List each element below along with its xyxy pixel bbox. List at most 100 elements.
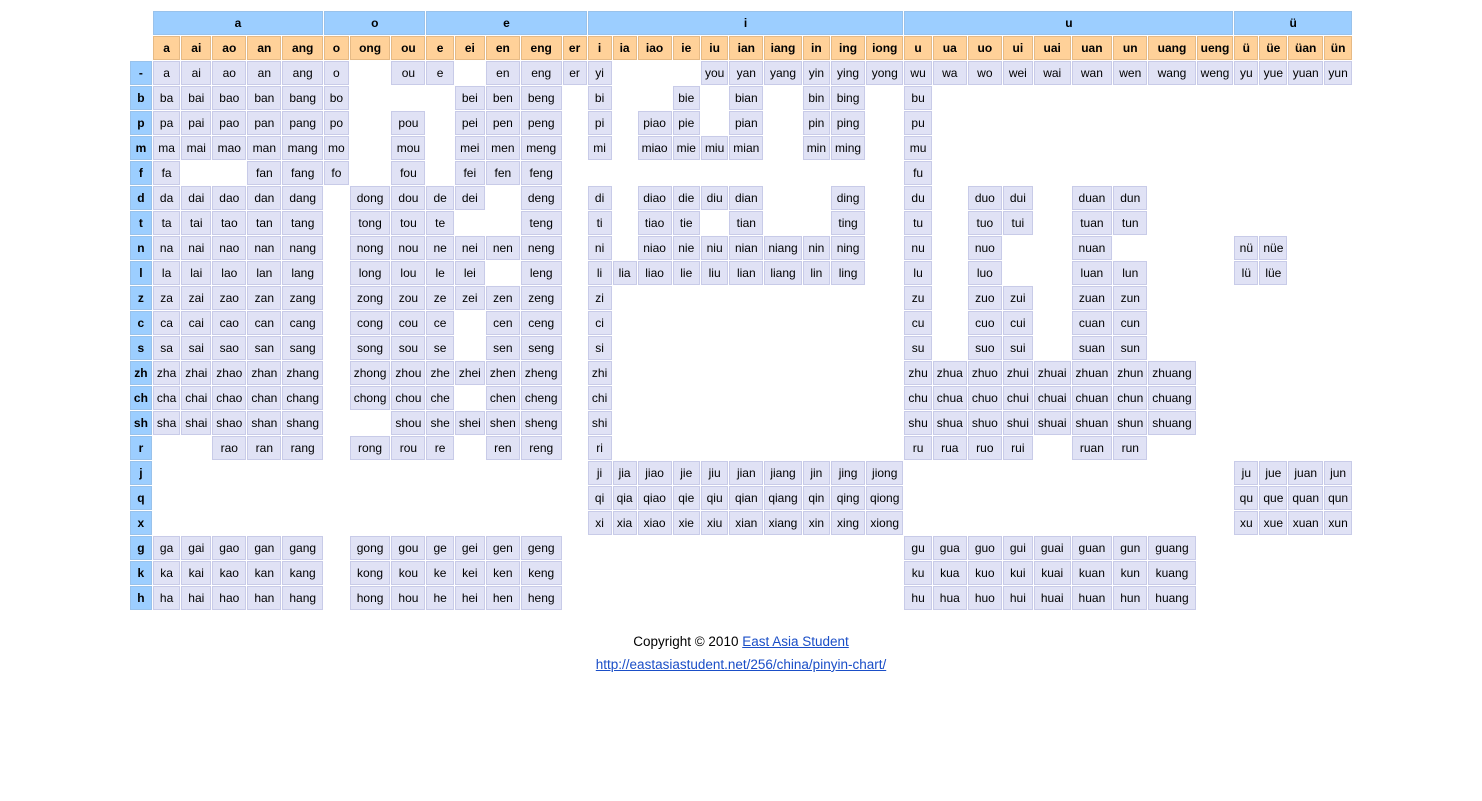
syllable-xian[interactable]: xian — [729, 511, 763, 535]
syllable-lüe[interactable]: lüe — [1259, 261, 1287, 285]
syllable-pin[interactable]: pin — [803, 111, 830, 135]
syllable-fo[interactable]: fo — [324, 161, 349, 185]
syllable-nei[interactable]: nei — [455, 236, 485, 260]
syllable-cui[interactable]: cui — [1003, 311, 1033, 335]
syllable-suan[interactable]: suan — [1072, 336, 1113, 360]
syllable-hu[interactable]: hu — [904, 586, 931, 610]
syllable-bai[interactable]: bai — [181, 86, 211, 110]
syllable-reng[interactable]: reng — [521, 436, 562, 460]
syllable-si[interactable]: si — [588, 336, 612, 360]
syllable-can[interactable]: can — [247, 311, 281, 335]
syllable-ceng[interactable]: ceng — [521, 311, 562, 335]
syllable-deng[interactable]: deng — [521, 186, 562, 210]
syllable-wai[interactable]: wai — [1034, 61, 1071, 85]
syllable-shai[interactable]: shai — [181, 411, 211, 435]
syllable-guang[interactable]: guang — [1148, 536, 1195, 560]
syllable-ben[interactable]: ben — [486, 86, 520, 110]
syllable-ping[interactable]: ping — [831, 111, 865, 135]
syllable-cun[interactable]: cun — [1113, 311, 1147, 335]
syllable-hong[interactable]: hong — [350, 586, 391, 610]
syllable-zhai[interactable]: zhai — [181, 361, 211, 385]
syllable-shu[interactable]: shu — [904, 411, 931, 435]
syllable-hei[interactable]: hei — [455, 586, 485, 610]
syllable-tang[interactable]: tang — [282, 211, 323, 235]
syllable-gou[interactable]: gou — [391, 536, 425, 560]
syllable-ding[interactable]: ding — [831, 186, 865, 210]
syllable-hua[interactable]: hua — [933, 586, 967, 610]
syllable-dei[interactable]: dei — [455, 186, 485, 210]
syllable-kao[interactable]: kao — [212, 561, 246, 585]
syllable-tai[interactable]: tai — [181, 211, 211, 235]
syllable-mo[interactable]: mo — [324, 136, 349, 160]
syllable-lia[interactable]: lia — [613, 261, 637, 285]
syllable-sui[interactable]: sui — [1003, 336, 1033, 360]
syllable-ying[interactable]: ying — [831, 61, 865, 85]
syllable-zuo[interactable]: zuo — [968, 286, 1002, 310]
syllable-nong[interactable]: nong — [350, 236, 391, 260]
syllable-hai[interactable]: hai — [181, 586, 211, 610]
syllable-zei[interactable]: zei — [455, 286, 485, 310]
syllable-ao[interactable]: ao — [212, 61, 246, 85]
syllable-seng[interactable]: seng — [521, 336, 562, 360]
syllable-dun[interactable]: dun — [1113, 186, 1147, 210]
syllable-ku[interactable]: ku — [904, 561, 931, 585]
syllable-rong[interactable]: rong — [350, 436, 391, 460]
syllable-te[interactable]: te — [426, 211, 453, 235]
syllable-pai[interactable]: pai — [181, 111, 211, 135]
syllable-she[interactable]: she — [426, 411, 453, 435]
syllable-zhun[interactable]: zhun — [1113, 361, 1147, 385]
syllable-shuan[interactable]: shuan — [1072, 411, 1113, 435]
syllable-rua[interactable]: rua — [933, 436, 967, 460]
syllable-kong[interactable]: kong — [350, 561, 391, 585]
syllable-chao[interactable]: chao — [212, 386, 246, 410]
syllable-cha[interactable]: cha — [153, 386, 180, 410]
syllable-di[interactable]: di — [588, 186, 612, 210]
syllable-du[interactable]: du — [904, 186, 931, 210]
syllable-lü[interactable]: lü — [1234, 261, 1258, 285]
syllable-xia[interactable]: xia — [613, 511, 637, 535]
syllable-lan[interactable]: lan — [247, 261, 281, 285]
syllable-qiong[interactable]: qiong — [866, 486, 903, 510]
syllable-han[interactable]: han — [247, 586, 281, 610]
syllable-tao[interactable]: tao — [212, 211, 246, 235]
syllable-wen[interactable]: wen — [1113, 61, 1147, 85]
syllable-ge[interactable]: ge — [426, 536, 453, 560]
syllable-zui[interactable]: zui — [1003, 286, 1033, 310]
syllable-xuan[interactable]: xuan — [1288, 511, 1323, 535]
syllable-huai[interactable]: huai — [1034, 586, 1071, 610]
syllable-bi[interactable]: bi — [588, 86, 612, 110]
syllable-jiong[interactable]: jiong — [866, 461, 903, 485]
syllable-zhuai[interactable]: zhuai — [1034, 361, 1071, 385]
syllable-shou[interactable]: shou — [391, 411, 425, 435]
syllable-lun[interactable]: lun — [1113, 261, 1147, 285]
syllable-zao[interactable]: zao — [212, 286, 246, 310]
syllable-yang[interactable]: yang — [764, 61, 801, 85]
syllable-jiao[interactable]: jiao — [638, 461, 672, 485]
syllable-ruan[interactable]: ruan — [1072, 436, 1113, 460]
syllable-shuang[interactable]: shuang — [1148, 411, 1195, 435]
syllable-yi[interactable]: yi — [588, 61, 612, 85]
syllable-xiao[interactable]: xiao — [638, 511, 672, 535]
syllable-kuan[interactable]: kuan — [1072, 561, 1113, 585]
syllable-jia[interactable]: jia — [613, 461, 637, 485]
syllable-ha[interactable]: ha — [153, 586, 180, 610]
syllable-fang[interactable]: fang — [282, 161, 323, 185]
syllable-xiang[interactable]: xiang — [764, 511, 801, 535]
syllable-heng[interactable]: heng — [521, 586, 562, 610]
syllable-ce[interactable]: ce — [426, 311, 453, 335]
syllable-men[interactable]: men — [486, 136, 520, 160]
syllable-ta[interactable]: ta — [153, 211, 180, 235]
syllable-wo[interactable]: wo — [968, 61, 1002, 85]
syllable-xing[interactable]: xing — [831, 511, 865, 535]
syllable-nüe[interactable]: nüe — [1259, 236, 1287, 260]
syllable-min[interactable]: min — [803, 136, 830, 160]
syllable-qing[interactable]: qing — [831, 486, 865, 510]
syllable-pie[interactable]: pie — [673, 111, 700, 135]
syllable-ni[interactable]: ni — [588, 236, 612, 260]
syllable-e[interactable]: e — [426, 61, 453, 85]
syllable-rui[interactable]: rui — [1003, 436, 1033, 460]
syllable-pu[interactable]: pu — [904, 111, 931, 135]
syllable-sha[interactable]: sha — [153, 411, 180, 435]
syllable-bei[interactable]: bei — [455, 86, 485, 110]
site-link[interactable]: East Asia Student — [742, 634, 849, 649]
